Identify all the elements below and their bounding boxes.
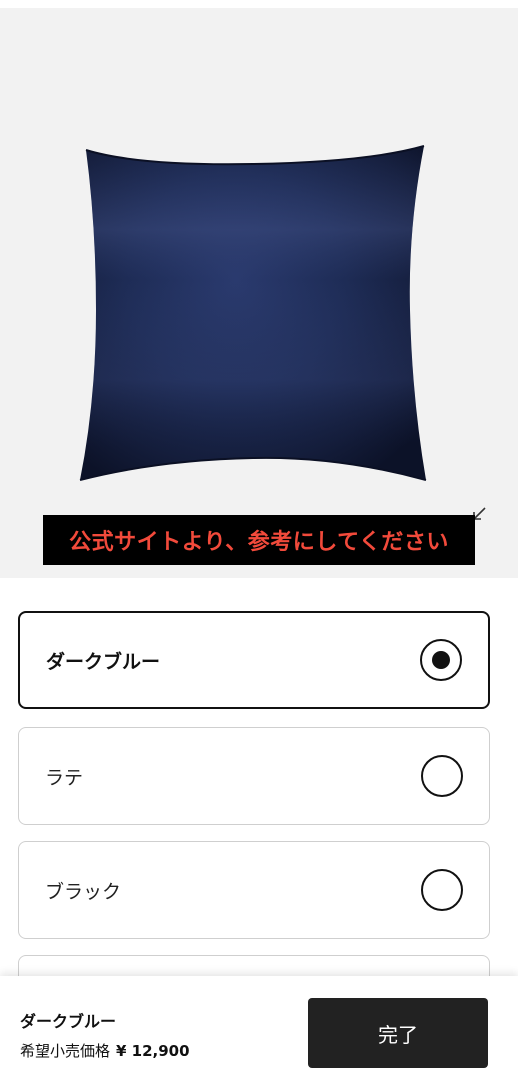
done-button[interactable]: 完了 [308,998,488,1068]
option-label: ラテ [45,766,84,789]
option-label: ダークブルー [46,650,161,673]
pillow-illustration [79,145,427,481]
product-image-area: 公式サイトより、参考にしてください [0,8,518,578]
reference-notice: 公式サイトより、参考にしてください [43,515,475,565]
radio-unselected[interactable] [421,869,463,911]
radio-unselected[interactable] [421,755,463,797]
option-dark-blue[interactable]: ダークブルー [18,611,490,709]
radio-dot [432,651,450,669]
option-label: ブラック [45,880,122,903]
option-black[interactable]: ブラック [18,841,490,939]
selected-color-name: ダークブルー [20,1012,117,1031]
product-image[interactable] [78,138,428,483]
reference-notice-text: 公式サイトより、参考にしてください [69,530,449,555]
option-latte[interactable]: ラテ [18,727,490,825]
price-value: ¥ 12,900 [116,1042,190,1060]
price-line: 希望小売価格 ¥ 12,900 [20,1040,190,1061]
radio-selected[interactable] [420,639,462,681]
price-label: 希望小売価格 [20,1042,111,1060]
bottom-bar: ダークブルー 希望小売価格 ¥ 12,900 完了 [0,976,518,1080]
